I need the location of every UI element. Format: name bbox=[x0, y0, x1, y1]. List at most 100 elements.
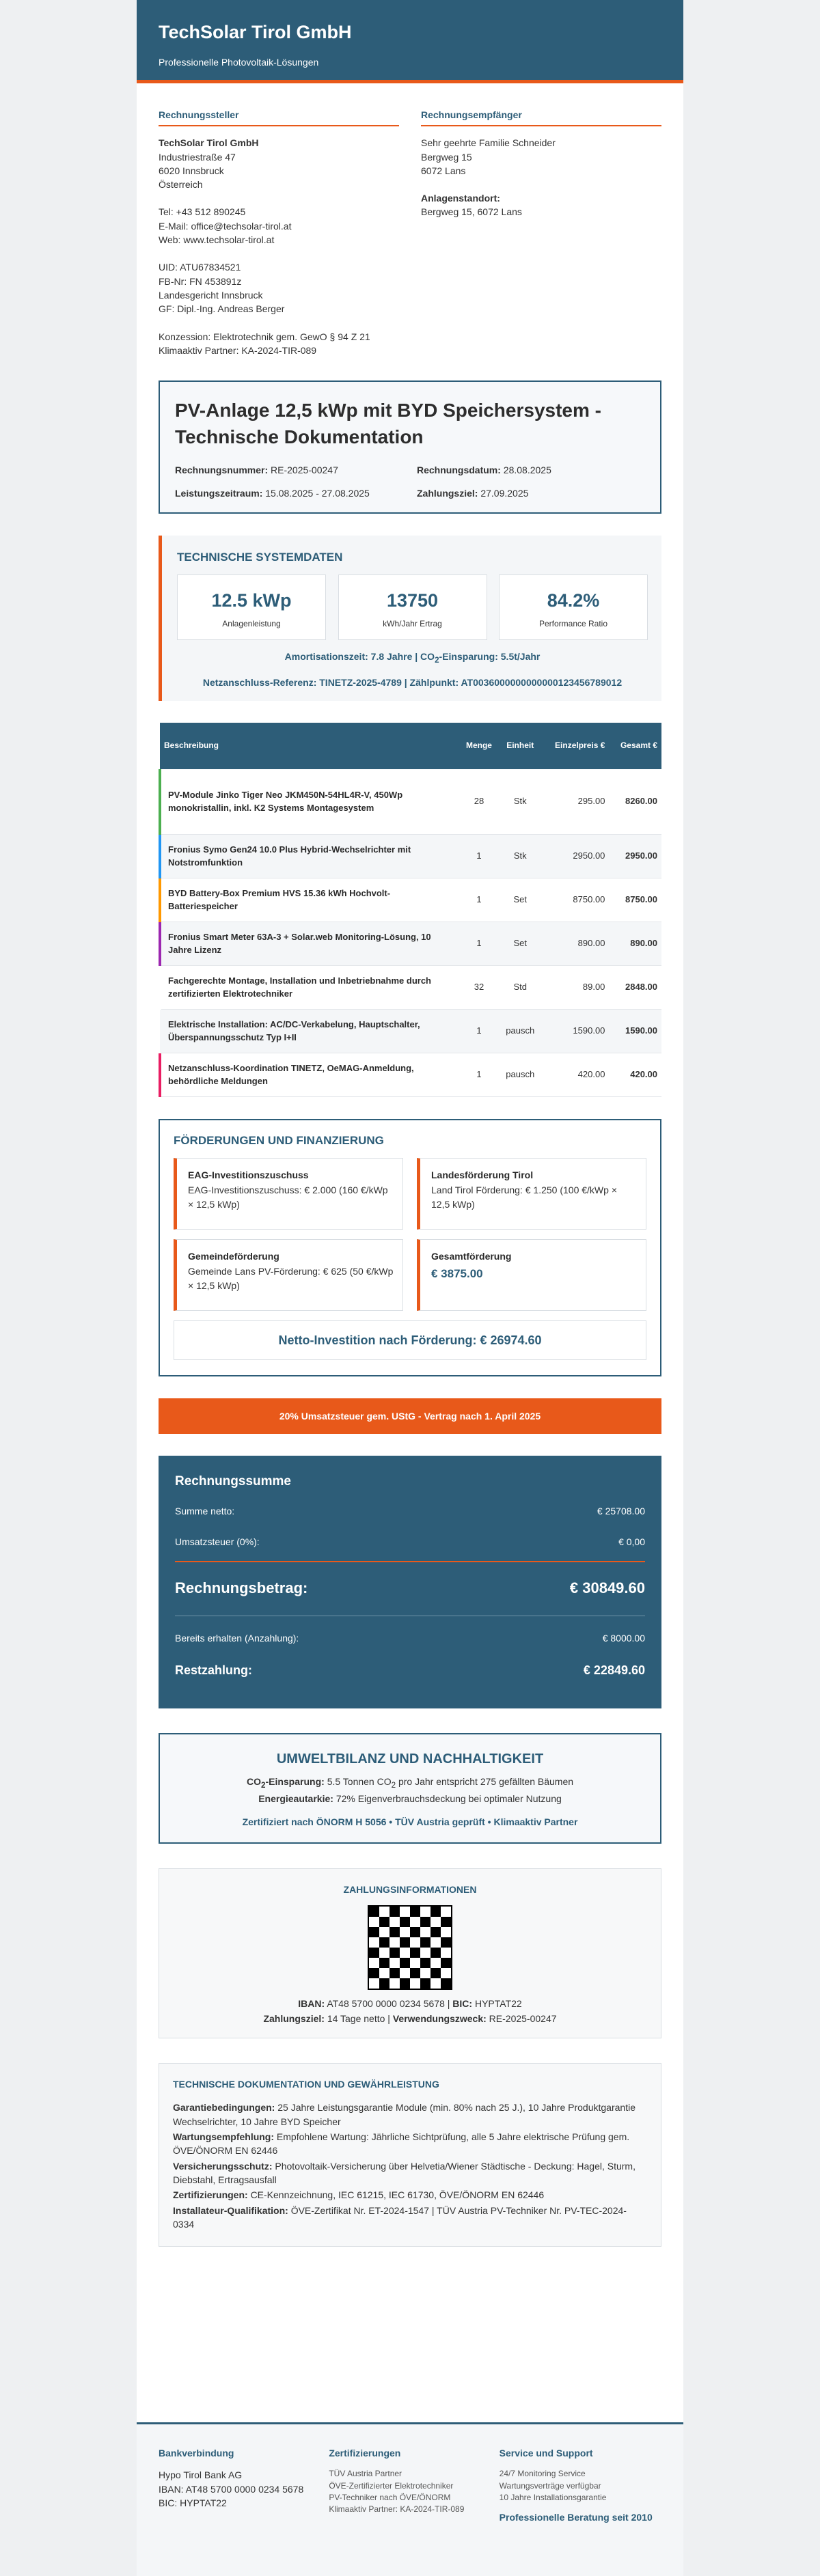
invoice-meta: Rechnungsnummer: RE-2025-00247 Rechnungs… bbox=[175, 463, 645, 501]
item-description: PV-Module Jinko Tiger Neo JKM450N-54HL4R… bbox=[159, 768, 459, 835]
techdoc-item: Wartungsempfehlung: Empfohlene Wartung: … bbox=[173, 2131, 630, 2157]
item-quantity: 28 bbox=[459, 768, 499, 835]
site-value: Bergweg 15, 6072 Lans bbox=[421, 206, 522, 218]
item-description: Fachgerechte Montage, Installation und I… bbox=[160, 965, 459, 1010]
item-unit-price: 2950.00 bbox=[541, 834, 610, 879]
item-total: 890.00 bbox=[609, 922, 661, 967]
metric-label: Anlagenleistung bbox=[222, 618, 281, 628]
grid-reference-line: Netzanschluss-Referenz: TINETZ-2025-4789… bbox=[202, 677, 623, 689]
funding-grid: EAG-Investitionszuschuss EAG-Investition… bbox=[174, 1157, 646, 1311]
sender-court: Landesgericht Innsbruck bbox=[159, 289, 263, 301]
item-description: BYD Battery-Box Premium HVS 15.36 kWh Ho… bbox=[159, 878, 459, 923]
item-total: 1590.00 bbox=[609, 1009, 661, 1054]
funding-item-title: EAG-Investitionszuschuss bbox=[188, 1169, 309, 1180]
invoice-date: Rechnungsdatum: 28.08.2025 bbox=[417, 464, 551, 475]
summary-rest-row: Restzahlung: € 22849.60 bbox=[175, 1663, 645, 1678]
metric-value: 12.5 kWp bbox=[211, 590, 292, 611]
footer-service-title: Service und Support bbox=[499, 2448, 593, 2459]
recipient-city: 6072 Lans bbox=[421, 165, 466, 176]
payment-due: Zahlungsziel: 27.09.2025 bbox=[417, 487, 529, 499]
metric-label: kWh/Jahr Ertrag bbox=[383, 618, 442, 628]
autarky-line: Energieautarkie: 72% Eigenverbrauchsdeck… bbox=[258, 1792, 562, 1804]
table-header-row: Beschreibung Menge Einheit Einzelpreis €… bbox=[160, 722, 661, 769]
item-unit-price: 295.00 bbox=[541, 768, 610, 835]
invoice-summary: Rechnungssumme Summe netto: € 25708.00 Um… bbox=[159, 1455, 661, 1708]
service-period: Leistungszeitraum: 15.08.2025 - 27.08.20… bbox=[175, 487, 370, 499]
header-unit: Einheit bbox=[498, 722, 542, 769]
table-row: Elektrische Installation: AC/DC-Verkabel… bbox=[160, 1009, 661, 1054]
summary-divider bbox=[175, 1561, 645, 1563]
company-tagline: Professionelle Photovoltaik-Lösungen bbox=[159, 57, 319, 68]
system-data-title: TECHNISCHE SYSTEMDATEN bbox=[177, 551, 343, 564]
footer-cert-line: ÖVE-Zertifizierter Elektrotechniker bbox=[329, 2480, 454, 2491]
item-quantity: 1 bbox=[459, 834, 499, 879]
sender-title: Rechnungssteller bbox=[159, 108, 399, 127]
recipient-block: Rechnungsempfänger Sehr geehrte Familie … bbox=[421, 108, 661, 357]
funding-item: Landesförderung Tirol Land Tirol Förderu… bbox=[417, 1157, 646, 1230]
item-quantity: 1 bbox=[459, 878, 499, 923]
recipient-street: Bergweg 15 bbox=[421, 151, 472, 163]
footer-service-line: 10 Jahre Installationsgarantie bbox=[499, 2493, 607, 2503]
metric-label: Performance Ratio bbox=[538, 618, 608, 628]
footer-cert-line: Klimaaktiv Partner: KA-2024-TIR-089 bbox=[329, 2504, 465, 2515]
item-unit-price: 890.00 bbox=[541, 922, 610, 967]
sender-block: Rechnungssteller TechSolar Tirol GmbH In… bbox=[159, 108, 399, 357]
environment-title: UMWELTBILANZ UND NACHHALTIGKEIT bbox=[276, 1751, 544, 1767]
company-name: TechSolar Tirol GmbH bbox=[159, 22, 352, 42]
site-label: Anlagenstandort: bbox=[421, 193, 500, 204]
recipient-name: Sehr geehrte Familie Schneider bbox=[421, 137, 556, 149]
invoice-header: TechSolar Tirol GmbH Professionelle Phot… bbox=[137, 0, 683, 83]
footer-service-line: 24/7 Monitoring Service bbox=[499, 2469, 586, 2479]
funding-total-title: Gesamtförderung bbox=[431, 1250, 512, 1262]
footer-service-highlight: Professionelle Beratung seit 2010 bbox=[499, 2512, 653, 2523]
environment-section: UMWELTBILANZ UND NACHHALTIGKEIT CO2-Eins… bbox=[159, 1732, 661, 1844]
techdoc-item: Versicherungsschutz: Photovoltaik-Versic… bbox=[173, 2160, 636, 2185]
item-unit: Std bbox=[498, 965, 542, 1010]
header-total: Gesamt € bbox=[609, 722, 661, 769]
techdoc-item: Garantiebedingungen: 25 Jahre Leistungsg… bbox=[173, 2102, 636, 2127]
footer-bank-name: Hypo Tirol Bank AG bbox=[159, 2469, 243, 2481]
table-row: Fachgerechte Montage, Installation und I… bbox=[160, 965, 661, 1010]
item-unit-price: 8750.00 bbox=[541, 878, 610, 923]
qr-code-icon bbox=[368, 1905, 452, 1990]
system-metrics: 12.5 kWp Anlagenleistung 13750 kWh/Jahr … bbox=[177, 574, 648, 640]
footer-cert-title: Zertifizierungen bbox=[329, 2448, 401, 2459]
parties-section: Rechnungssteller TechSolar Tirol GmbH In… bbox=[137, 83, 683, 357]
funding-title: FÖRDERUNGEN UND FINANZIERUNG bbox=[174, 1134, 384, 1148]
table-row: PV-Module Jinko Tiger Neo JKM450N-54HL4R… bbox=[159, 768, 661, 835]
item-unit-price: 89.00 bbox=[541, 965, 610, 1010]
co2-line: CO2-Einsparung: 5.5 Tonnen CO2 pro Jahr … bbox=[246, 1775, 574, 1790]
funding-item-desc: EAG-Investitionszuschuss: € 2.000 (160 €… bbox=[188, 1185, 388, 1210]
payment-bank-line: IBAN: AT48 5700 0000 0234 5678 | BIC: HY… bbox=[298, 1997, 522, 2009]
payment-section: ZAHLUNGSINFORMATIONEN IBAN: AT48 5700 00… bbox=[159, 1868, 661, 2039]
funding-item-title: Landesförderung Tirol bbox=[431, 1169, 534, 1180]
item-description: Fronius Symo Gen24 10.0 Plus Hybrid-Wech… bbox=[159, 834, 459, 879]
item-unit: Stk bbox=[498, 834, 542, 879]
item-unit-price: 1590.00 bbox=[541, 1009, 610, 1054]
sender-fb: FB-Nr: FN 453891z bbox=[159, 275, 242, 287]
funding-total-value: € 3875.00 bbox=[431, 1267, 483, 1281]
metric-value: 13750 bbox=[386, 590, 439, 611]
invoice-page: TechSolar Tirol GmbH Professionelle Phot… bbox=[137, 0, 683, 2576]
item-description: Netzanschluss-Koordination TINETZ, OeMAG… bbox=[159, 1053, 459, 1098]
techdoc-item: Zertifizierungen: CE-Kennzeichnung, IEC … bbox=[173, 2189, 545, 2201]
vat-banner: 20% Umsatzsteuer gem. UStG - Vertrag nac… bbox=[159, 1398, 661, 1434]
item-total: 8260.00 bbox=[609, 768, 661, 835]
summary-vat-row: Umsatzsteuer (0%): € 0,00 bbox=[175, 1536, 645, 1547]
invoice-footer: Bankverbindung Hypo Tirol Bank AG IBAN: … bbox=[137, 2422, 683, 2576]
summary-title: Rechnungssumme bbox=[175, 1473, 291, 1488]
item-quantity: 1 bbox=[459, 1009, 499, 1054]
footer-bank-bic: BIC: HYPTAT22 bbox=[159, 2497, 227, 2508]
footer-bank-iban: IBAN: AT48 5700 0000 0234 5678 bbox=[159, 2483, 304, 2495]
sender-country: Österreich bbox=[159, 179, 203, 191]
metric-card: 13750 kWh/Jahr Ertrag bbox=[338, 574, 487, 640]
funding-item-title: Gemeindeförderung bbox=[188, 1250, 279, 1262]
funding-item: EAG-Investitionszuschuss EAG-Investition… bbox=[174, 1157, 403, 1230]
footer-service-line: Wartungsverträge verfügbar bbox=[499, 2480, 601, 2491]
line-items-table: Beschreibung Menge Einheit Einzelpreis €… bbox=[159, 722, 661, 1098]
sender-city: 6020 Innsbruck bbox=[159, 165, 224, 176]
item-unit-price: 420.00 bbox=[541, 1053, 610, 1098]
sender-name: TechSolar Tirol GmbH bbox=[159, 137, 259, 149]
funding-total: Gesamtförderung € 3875.00 bbox=[417, 1238, 646, 1311]
table-row: Fronius Symo Gen24 10.0 Plus Hybrid-Wech… bbox=[159, 834, 661, 879]
